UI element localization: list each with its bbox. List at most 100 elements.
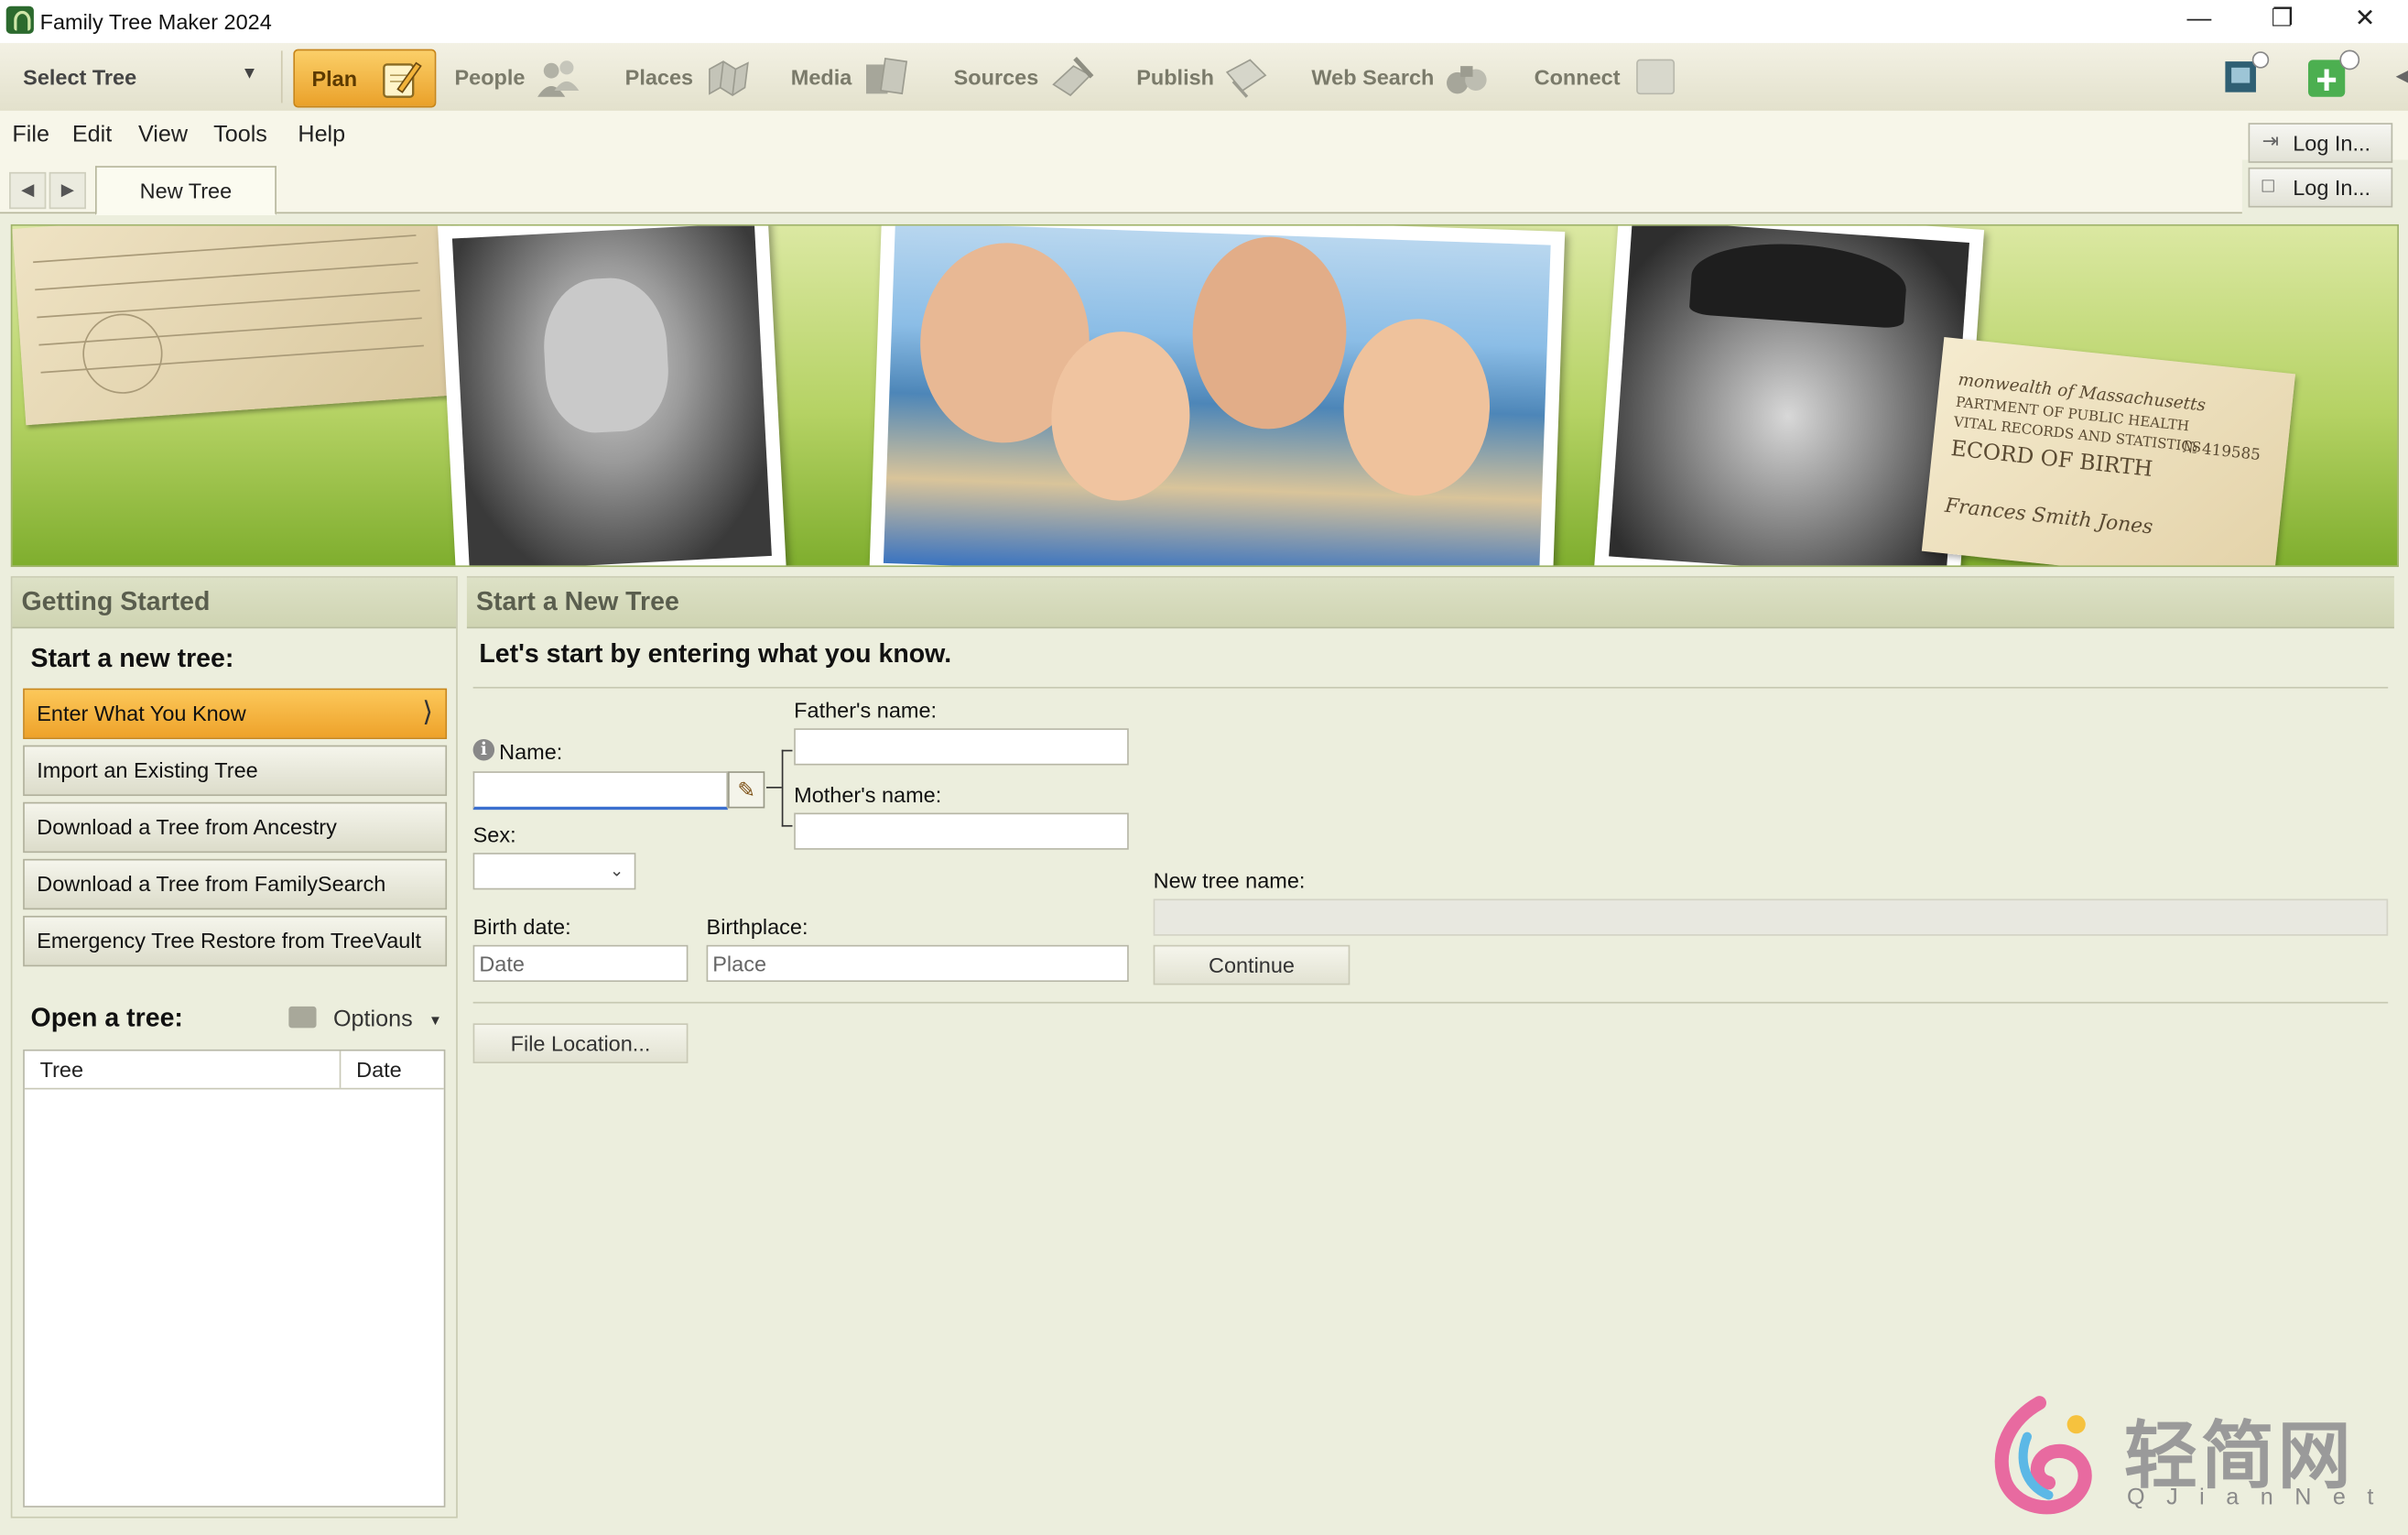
- chevron-left-icon[interactable]: ◀: [2396, 64, 2408, 85]
- name-input[interactable]: [472, 771, 729, 811]
- plan-label: Plan: [311, 66, 358, 91]
- people-label: People: [454, 64, 526, 90]
- menu-file[interactable]: File: [12, 122, 49, 148]
- chevron-down-icon: ⌄: [609, 862, 624, 881]
- sex-label: Sex:: [472, 822, 516, 847]
- web-search-button[interactable]: Web Search: [1311, 49, 1508, 104]
- web-search-label: Web Search: [1311, 64, 1435, 90]
- watermark-subtext: QJianNet: [2127, 1484, 2395, 1511]
- tab-strip: ◀ ▶ New Tree: [0, 159, 2242, 215]
- close-button[interactable]: ✕: [2329, 0, 2400, 43]
- info-icon[interactable]: i: [472, 738, 495, 761]
- import-existing-tree-button[interactable]: Import an Existing Tree: [23, 745, 448, 797]
- menu-help[interactable]: Help: [298, 122, 345, 148]
- column-header-tree[interactable]: Tree: [40, 1057, 83, 1082]
- publish-label: Publish: [1136, 64, 1215, 90]
- download-from-familysearch-button[interactable]: Download a Tree from FamilySearch: [23, 858, 448, 910]
- notepad-pencil-icon: [383, 61, 422, 98]
- sex-select[interactable]: ⌄: [472, 853, 636, 890]
- restore-button[interactable]: ❐: [2247, 0, 2317, 43]
- connect-icon: [1636, 59, 1676, 95]
- back-arrow-icon[interactable]: ◀: [9, 171, 47, 210]
- download-from-ancestry-button[interactable]: Download a Tree from Ancestry: [23, 801, 448, 854]
- woman-portrait-photo: [438, 225, 786, 566]
- people-button[interactable]: People: [454, 49, 595, 104]
- media-button[interactable]: Media: [791, 49, 932, 104]
- start-new-tree-header: Start a New Tree: [466, 577, 2394, 629]
- sources-button[interactable]: Sources: [954, 49, 1115, 104]
- birth-date-label: Birth date:: [472, 914, 571, 940]
- old-document-image: [12, 225, 463, 426]
- birth-date-input[interactable]: Date: [472, 944, 689, 983]
- sync-status-icon[interactable]: [2219, 49, 2272, 102]
- login-button-ancestry[interactable]: ⇥ Log In...: [2248, 123, 2393, 163]
- father-name-label: Father's name:: [794, 697, 938, 723]
- login-box-icon: □: [2262, 173, 2274, 197]
- connect-button[interactable]: Connect: [1535, 49, 1688, 104]
- column-divider: [339, 1051, 342, 1088]
- forward-arrow-icon[interactable]: ▶: [49, 171, 86, 210]
- tab-new-tree[interactable]: New Tree: [94, 166, 277, 215]
- emergency-restore-button[interactable]: Emergency Tree Restore from TreeVault: [23, 915, 448, 967]
- button-label: Download a Tree from FamilySearch: [37, 871, 386, 897]
- publish-icon: [1225, 59, 1267, 98]
- family-photo: [869, 225, 1566, 566]
- menu-tools[interactable]: Tools: [213, 122, 267, 148]
- open-tree-list[interactable]: Tree Date: [23, 1049, 446, 1508]
- login-button-familysearch[interactable]: □ Log In...: [2248, 167, 2393, 208]
- sources-icon: [1052, 57, 1094, 97]
- edit-name-pencil-icon[interactable]: ✎: [728, 771, 765, 809]
- parents-bracket: [781, 749, 793, 827]
- divider: [472, 686, 2389, 689]
- minimize-button[interactable]: —: [2164, 0, 2234, 43]
- panel-title: Start a New Tree: [475, 586, 679, 616]
- new-tree-name-label: New tree name:: [1153, 867, 1306, 893]
- birthplace-label: Birthplace:: [706, 914, 808, 940]
- publish-button[interactable]: Publish: [1136, 49, 1282, 104]
- birthplace-placeholder: Place: [712, 951, 767, 976]
- title-bar: Family Tree Maker 2024 — ❐ ✕: [0, 0, 2408, 45]
- button-label: Emergency Tree Restore from TreeVault: [37, 928, 422, 953]
- file-location-button[interactable]: File Location...: [472, 1023, 689, 1063]
- options-dropdown[interactable]: Options: [333, 1007, 413, 1033]
- plan-button[interactable]: Plan: [293, 49, 437, 108]
- mother-name-input[interactable]: [794, 812, 1129, 850]
- places-label: Places: [624, 64, 694, 90]
- doc-signature: Frances Smith Jones: [1943, 495, 2154, 540]
- intro-text: Let's start by entering what you know.: [479, 638, 952, 669]
- chevron-down-icon: ▼: [241, 64, 258, 83]
- divider: [472, 1001, 2389, 1004]
- birth-record-document: monwealth of Massachusetts PARTMENT OF P…: [1921, 337, 2296, 566]
- login-arrow-icon: ⇥: [2262, 128, 2279, 153]
- column-header-date[interactable]: Date: [356, 1057, 402, 1082]
- new-tree-name-input[interactable]: [1153, 898, 2389, 936]
- select-tree-dropdown[interactable]: Select Tree ▼: [9, 52, 267, 98]
- folder-icon: [288, 1006, 317, 1029]
- login-label: Log In...: [2293, 175, 2371, 201]
- birthplace-input[interactable]: Place: [706, 944, 1129, 983]
- toolbar-divider: [280, 50, 283, 103]
- media-icon: [865, 58, 908, 95]
- doc-number: № 419585: [2181, 439, 2262, 465]
- connect-label: Connect: [1534, 64, 1621, 90]
- watermark-logo-icon: [1994, 1396, 2092, 1515]
- getting-started-panel: Getting Started Start a new tree: Enter …: [10, 576, 458, 1519]
- menu-edit[interactable]: Edit: [72, 122, 112, 148]
- getting-started-header: Getting Started: [12, 577, 457, 629]
- chevron-down-icon: ▼: [428, 1012, 442, 1029]
- continue-button[interactable]: Continue: [1153, 944, 1350, 985]
- binoculars-icon: [1447, 66, 1487, 94]
- menu-view[interactable]: View: [138, 122, 188, 148]
- table-header: Tree Date: [24, 1051, 444, 1090]
- window-title: Family Tree Maker 2024: [39, 9, 272, 34]
- father-name-input[interactable]: [794, 728, 1129, 766]
- main-toolbar: Select Tree ▼ Plan People Places Media S…: [0, 42, 2408, 113]
- button-label: Enter What You Know: [37, 701, 246, 725]
- tree-sync-icon[interactable]: [2304, 49, 2365, 102]
- places-button[interactable]: Places: [625, 49, 766, 104]
- button-label: Import an Existing Tree: [37, 757, 258, 782]
- enter-what-you-know-button[interactable]: Enter What You Know ⟩: [23, 688, 448, 739]
- bracket-connector: [765, 786, 782, 789]
- login-label: Log In...: [2293, 130, 2371, 156]
- start-new-tree-heading: Start a new tree:: [30, 643, 234, 673]
